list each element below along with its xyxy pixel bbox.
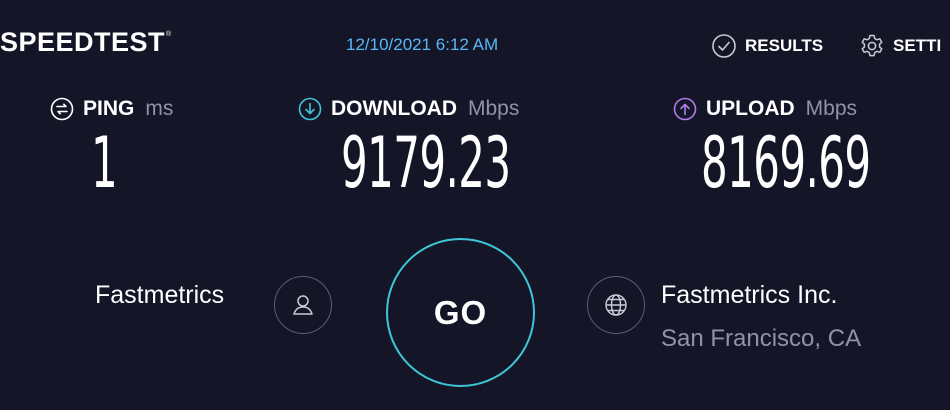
server-button[interactable]: [587, 276, 645, 334]
logo-registered-mark: ®: [166, 31, 172, 38]
go-label: GO: [433, 293, 488, 331]
test-timestamp: 12/10/2021 6:12 AM: [346, 35, 499, 54]
server-name[interactable]: Fastmetrics Inc.: [661, 281, 837, 310]
ping-label: PING: [83, 97, 135, 120]
user-icon: [289, 291, 317, 319]
settings-label: SETTI: [893, 36, 942, 55]
gear-icon: [859, 33, 885, 59]
check-circle-icon: [711, 33, 737, 59]
isp-button[interactable]: [274, 276, 332, 334]
go-button[interactable]: GO: [386, 238, 535, 387]
download-header: DOWNLOAD Mbps: [298, 97, 519, 121]
logo-text: SPEEDTEST: [0, 27, 166, 57]
ping-header: PING ms: [50, 97, 173, 121]
ping-value: 1: [91, 122, 118, 204]
ping-icon: [50, 97, 74, 121]
settings-nav-button[interactable]: SETTI: [859, 33, 941, 59]
globe-icon: [602, 291, 630, 319]
download-label: DOWNLOAD: [331, 97, 457, 120]
download-value: 9179.23: [341, 122, 511, 204]
download-unit: Mbps: [467, 97, 520, 120]
upload-value: 8169.69: [701, 122, 871, 204]
upload-unit: Mbps: [805, 97, 858, 120]
download-arrow-icon: [298, 97, 322, 121]
speedtest-logo: SPEEDTEST®: [0, 27, 172, 58]
server-location: San Francisco, CA: [661, 325, 862, 352]
isp-name: Fastmetrics: [95, 281, 225, 309]
results-label: RESULTS: [745, 36, 824, 55]
results-nav-button[interactable]: RESULTS: [711, 33, 823, 59]
ping-unit: ms: [145, 97, 174, 120]
upload-header: UPLOAD Mbps: [673, 97, 857, 121]
upload-label: UPLOAD: [706, 97, 795, 120]
upload-arrow-icon: [673, 97, 697, 121]
